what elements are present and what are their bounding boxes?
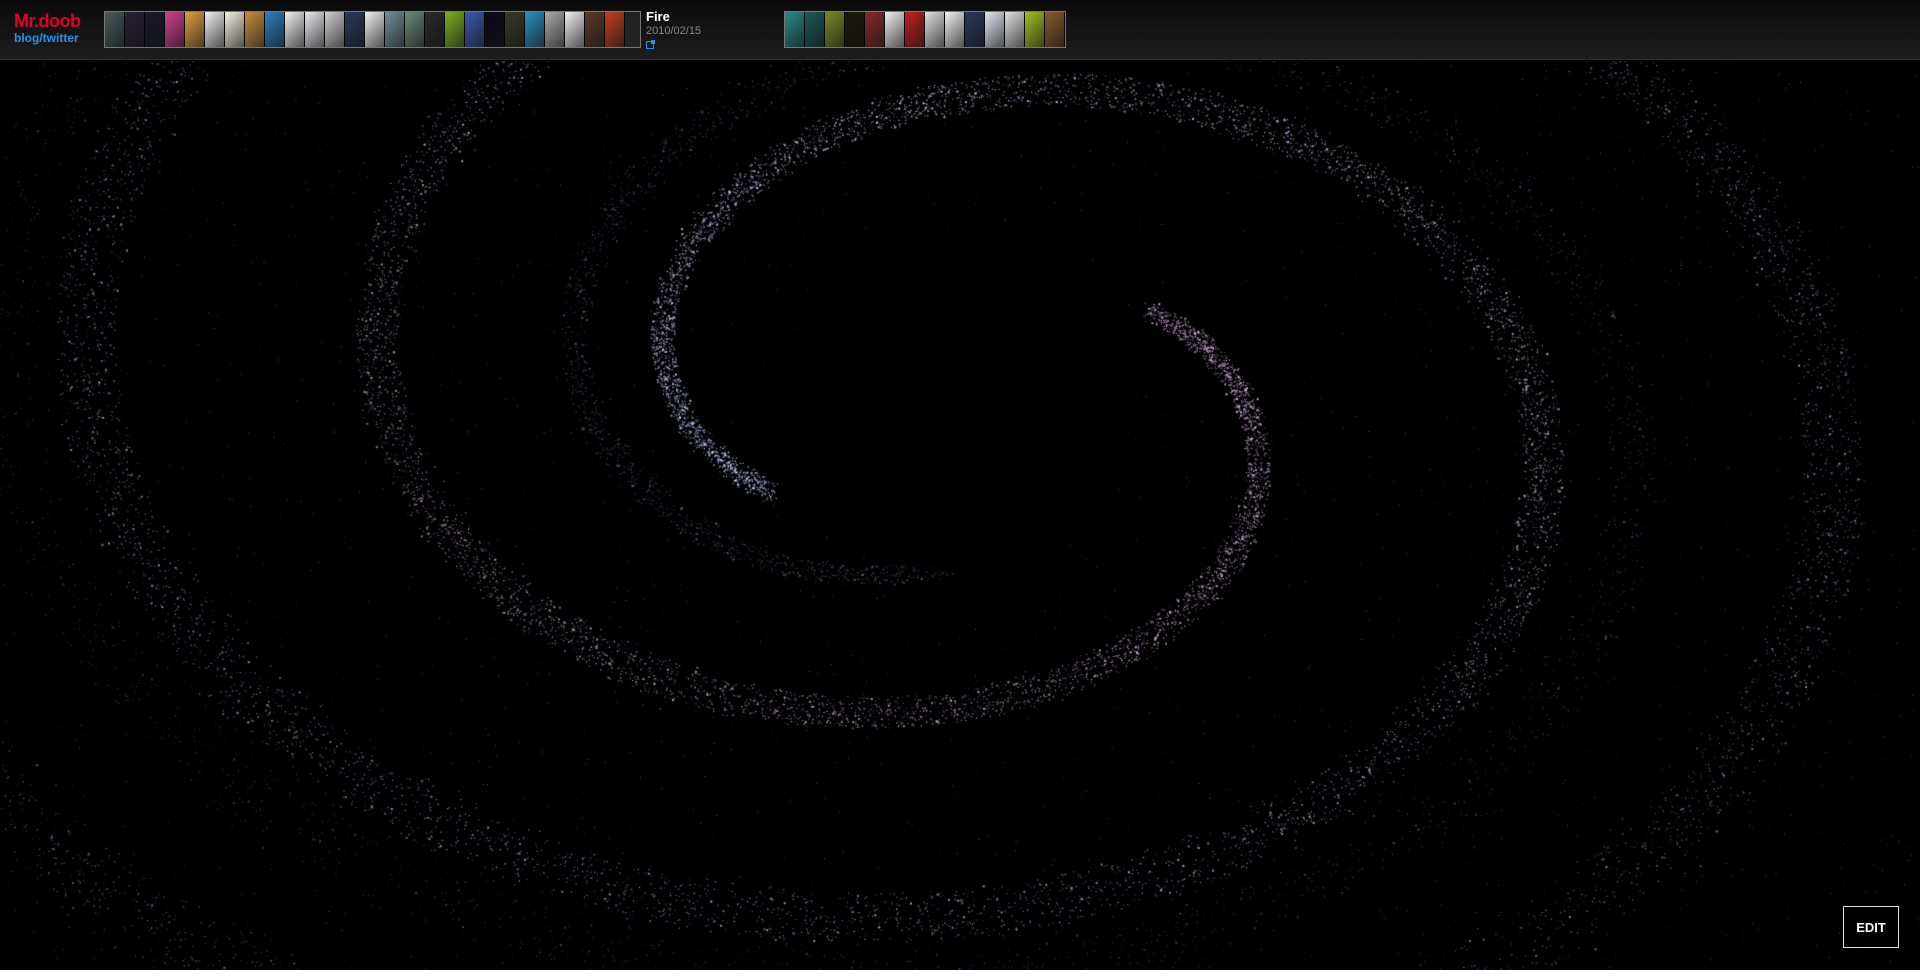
thumbnail-item[interactable] [985,12,1005,47]
thumbnail-item[interactable] [485,12,505,47]
thumbnail-item[interactable] [385,12,405,47]
item-title[interactable]: Fire [646,9,701,25]
thumbnail-strip-left [104,11,641,48]
thumbnail-item[interactable] [925,12,945,47]
thumbnail-item[interactable] [505,12,525,47]
thumbnail-item[interactable] [605,12,625,47]
thumbnail-item[interactable] [405,12,425,47]
thumbnail-item[interactable] [245,12,265,47]
thumbnail-item[interactable] [205,12,225,47]
thumbnail-item[interactable] [185,12,205,47]
thumbnail-item[interactable] [945,12,965,47]
edit-button[interactable]: EDIT [1843,906,1899,948]
logo-name[interactable]: Mr.doob [14,12,81,30]
top-bar: Mr.doob blog/twitter Fire 2010/02/15 [0,0,1920,60]
thumbnail-item[interactable] [905,12,925,47]
thumbnail-item[interactable] [145,12,165,47]
blog-twitter-link[interactable]: blog/twitter [14,32,81,44]
thumbnail-item[interactable] [265,12,285,47]
thumbnail-item[interactable] [365,12,385,47]
thumbnail-item[interactable] [425,12,445,47]
item-date: 2010/02/15 [646,24,702,37]
current-item-info: Fire 2010/02/15 [646,9,702,49]
thumbnail-item[interactable] [565,12,585,47]
thumbnail-item[interactable] [1005,12,1025,47]
thumbnail-item[interactable] [1045,12,1065,47]
thumbnail-item[interactable] [105,12,125,47]
thumbnail-item[interactable] [805,12,825,47]
thumbnail-item[interactable] [285,12,305,47]
thumbnail-item[interactable] [125,12,145,47]
thumbnail-item[interactable] [225,12,245,47]
thumbnail-item[interactable] [165,12,185,47]
thumbnail-item[interactable] [585,12,605,47]
thumbnail-strip-right [784,11,1066,48]
thumbnail-item[interactable] [525,12,545,47]
external-link-icon[interactable] [646,39,655,49]
thumbnail-item[interactable] [465,12,485,47]
thumbnail-item[interactable] [325,12,345,47]
thumbnail-item[interactable] [445,12,465,47]
thumbnail-item[interactable] [885,12,905,47]
thumbnail-item[interactable] [345,12,365,47]
site-logo[interactable]: Mr.doob blog/twitter [14,12,81,44]
thumbnail-item[interactable] [305,12,325,47]
thumbnail-item[interactable] [865,12,885,47]
thumbnail-item[interactable] [825,12,845,47]
thumbnail-item[interactable] [545,12,565,47]
thumbnail-item[interactable] [785,12,805,47]
thumbnail-item[interactable] [845,12,865,47]
thumbnail-item[interactable] [1025,12,1045,47]
thumbnail-item[interactable] [965,12,985,47]
particle-vortex-canvas[interactable] [0,61,1920,970]
